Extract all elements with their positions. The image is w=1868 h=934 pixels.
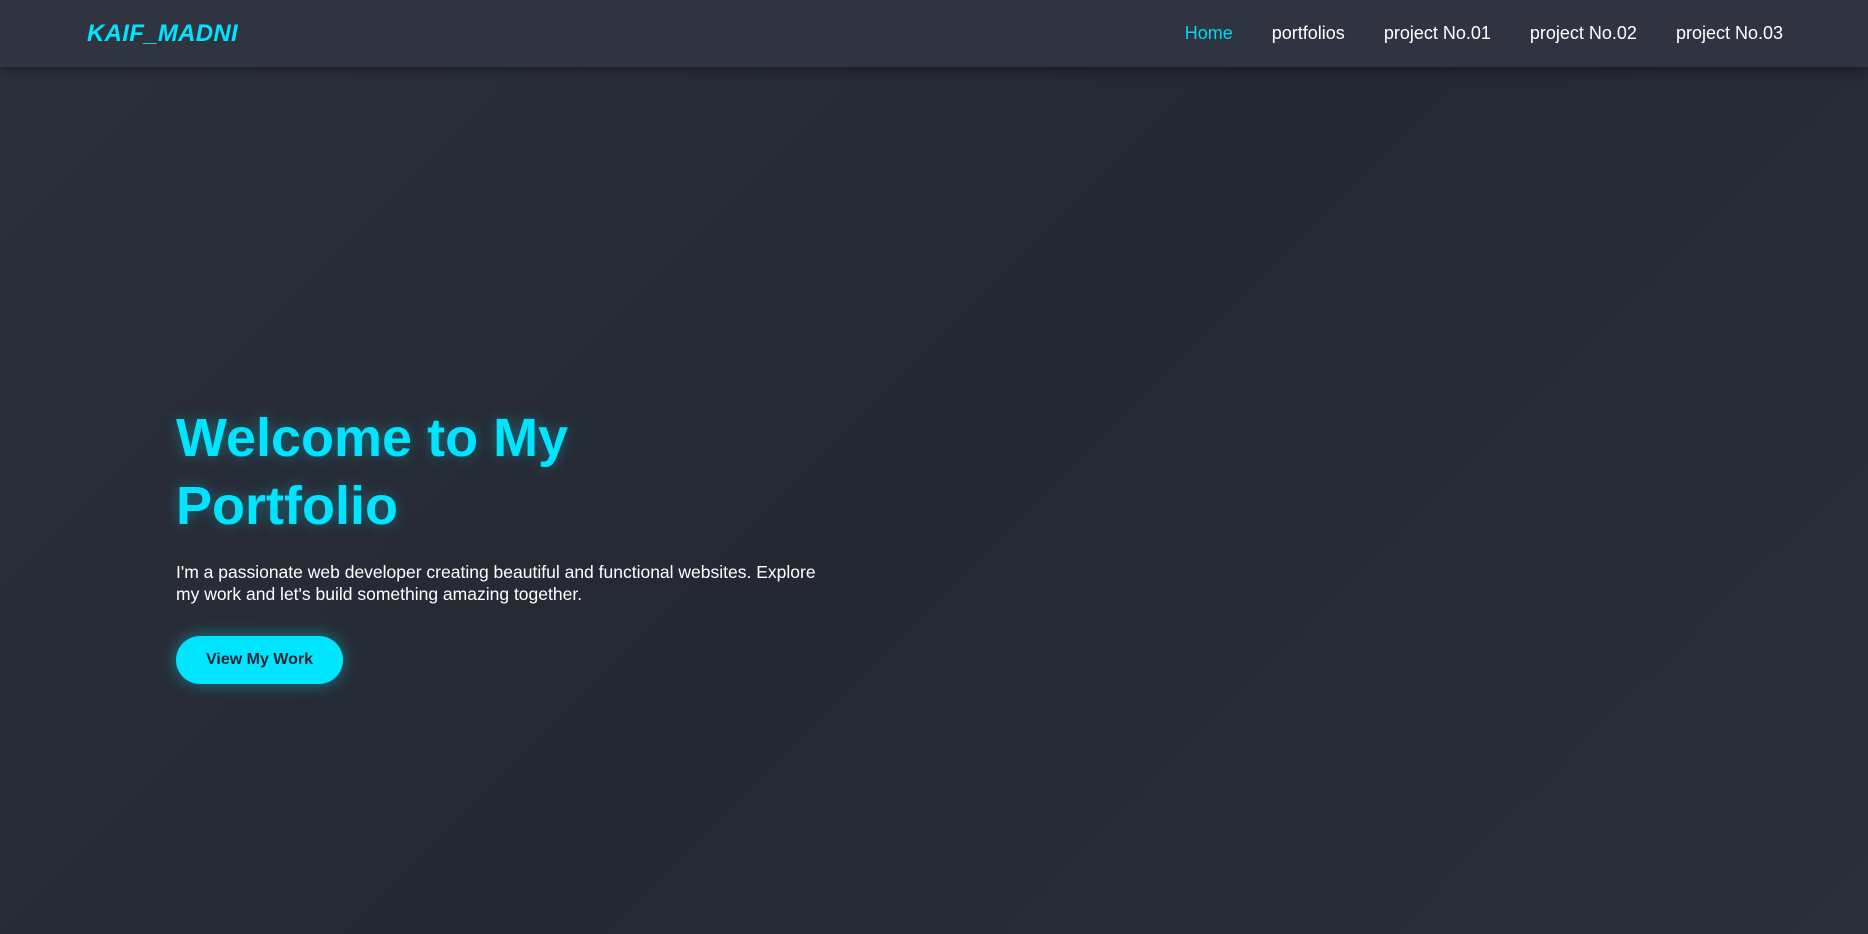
nav-link-project-01[interactable]: project No.01 (1384, 23, 1491, 43)
hero-section: Welcome to My Portfolio I'm a passionate… (176, 404, 876, 684)
hero-title: Welcome to My Portfolio (176, 408, 569, 536)
site-logo[interactable]: KAIF_MADNI (87, 20, 238, 48)
nav-link-home[interactable]: Home (1185, 23, 1233, 43)
nav-item-project-03: project No.03 (1676, 23, 1783, 44)
nav-link-project-02[interactable]: project No.02 (1530, 23, 1637, 43)
nav-item-home: Home (1185, 23, 1233, 44)
nav-link-portfolios[interactable]: portfolios (1272, 23, 1345, 43)
view-my-work-button[interactable]: View My Work (176, 636, 343, 684)
nav-links: Home portfolios project No.01 project No… (1185, 23, 1783, 44)
nav-item-portfolios: portfolios (1272, 23, 1345, 44)
navbar: KAIF_MADNI Home portfolios project No.01… (0, 0, 1868, 67)
nav-link-project-03[interactable]: project No.03 (1676, 23, 1783, 43)
hero-description: I'm a passionate web developer creating … (176, 562, 816, 604)
nav-item-project-02: project No.02 (1530, 23, 1637, 44)
nav-item-project-01: project No.01 (1384, 23, 1491, 44)
